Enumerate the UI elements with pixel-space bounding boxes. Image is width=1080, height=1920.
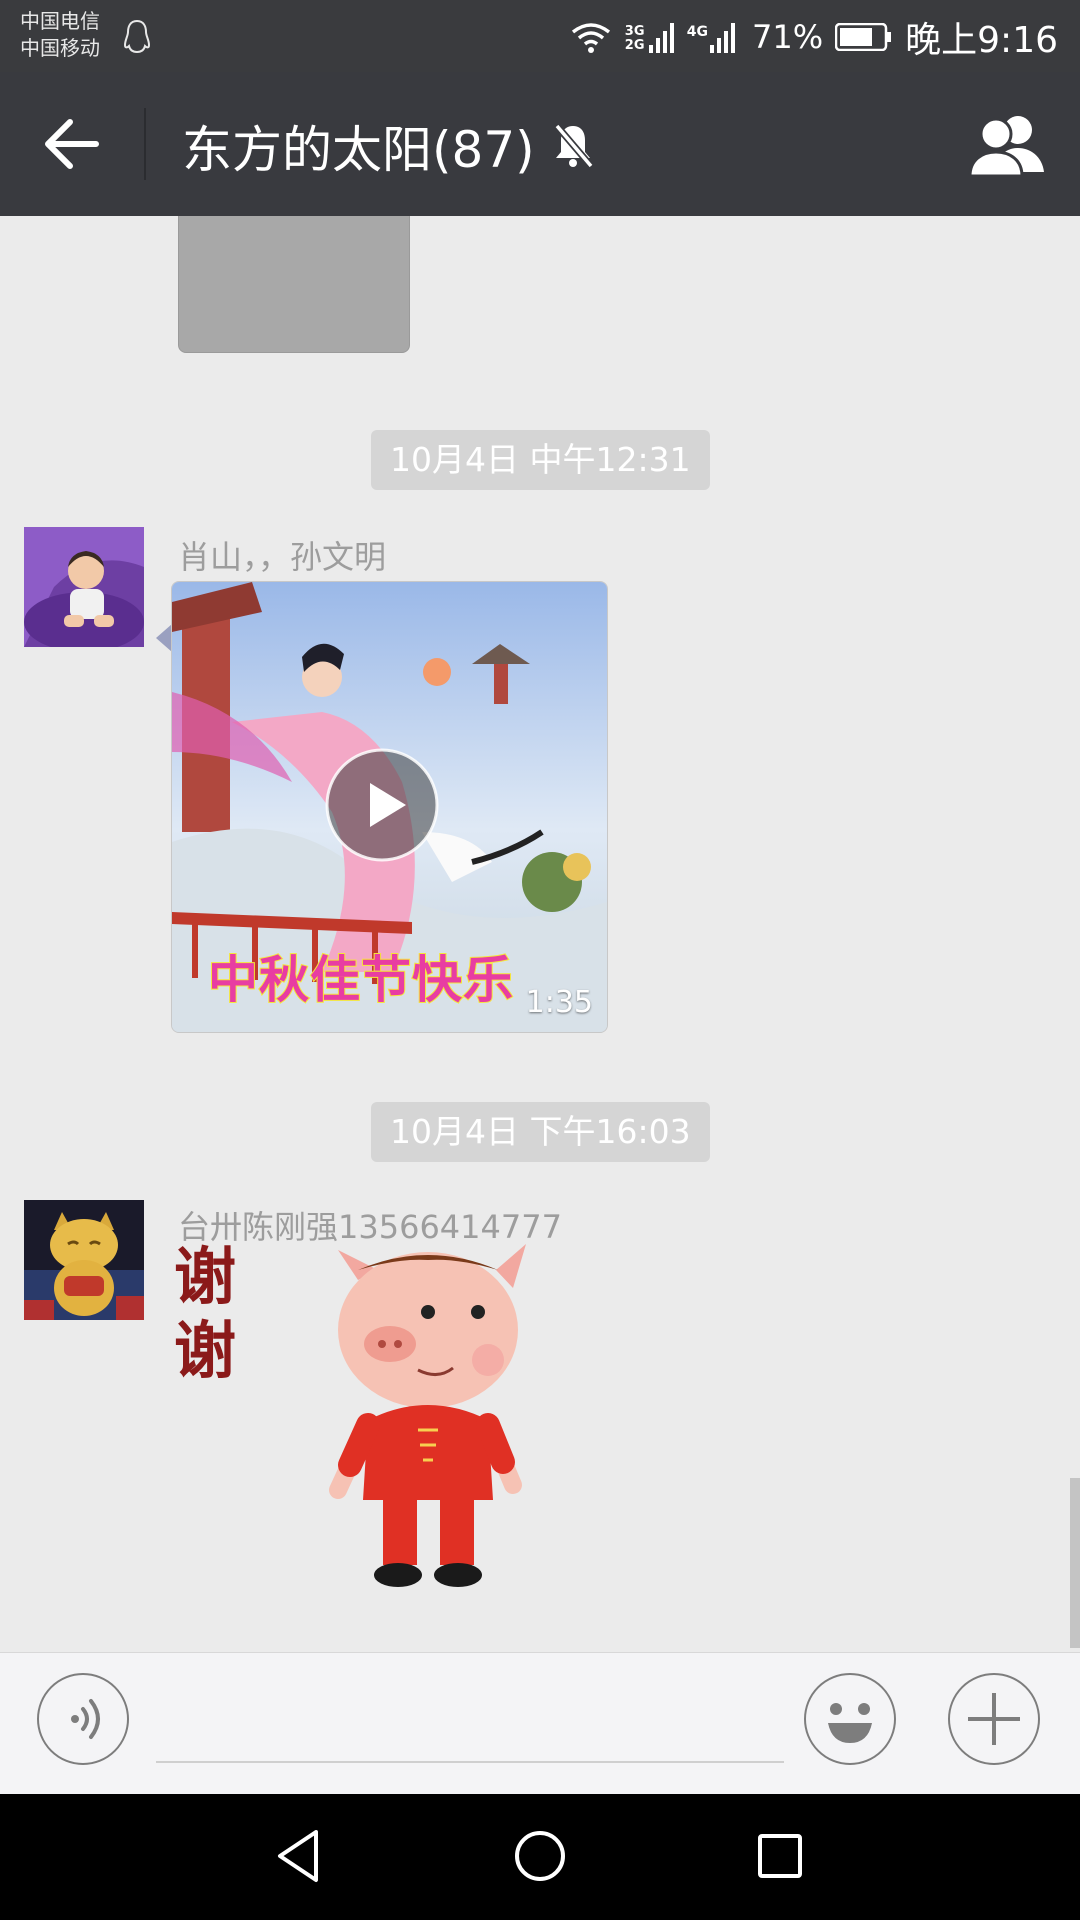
previous-image-message[interactable] [178, 216, 410, 353]
avatar-lucky-cat-image [24, 1200, 144, 1320]
message-input[interactable] [156, 1683, 784, 1763]
plus-icon [968, 1693, 1020, 1745]
avatar[interactable] [24, 1200, 144, 1320]
carrier-2-label: 中国移动 [20, 36, 100, 60]
battery-percent: 71% [752, 18, 824, 56]
wifi-icon [571, 23, 610, 53]
title-group: 东方的太阳(87) [182, 110, 595, 182]
play-icon[interactable] [324, 747, 440, 863]
timestamp-chip: 10月4日 中午12:31 [371, 430, 710, 490]
emoji-button[interactable] [804, 1673, 896, 1765]
bubble-tail [156, 624, 172, 652]
triangle-back-icon[interactable] [268, 1824, 332, 1888]
video-duration: 1:35 [525, 985, 593, 1020]
chat-header: 东方的太阳(87) [0, 72, 1080, 216]
timestamp-chip: 10月4日 下午16:03 [371, 1102, 710, 1162]
status-bar: 中国电信 中国移动 3G 2G 4G 71% 晚上9:16 [0, 0, 1080, 72]
group-icon[interactable] [966, 112, 1050, 178]
system-nav-bar [0, 1794, 1080, 1920]
square-recents-icon[interactable] [748, 1824, 812, 1888]
voice-button[interactable] [37, 1673, 129, 1765]
chat-title: 东方的太阳(87) [182, 121, 535, 179]
clock: 晚上9:16 [905, 20, 1058, 61]
signal-2: 4G [687, 21, 740, 53]
video-message[interactable]: 中秋佳节快乐 1:35 [171, 581, 608, 1033]
more-button[interactable] [948, 1673, 1040, 1765]
avatar-child-image [24, 527, 144, 647]
video-caption: 中秋佳节快乐 [207, 950, 514, 1010]
scrollbar[interactable] [1070, 1478, 1080, 1648]
sticker-text: 谢谢 [174, 1240, 237, 1387]
signal-bars-icon [710, 23, 736, 53]
message-list[interactable]: 10月4日 中午12:31 肖山，，孙文明 中秋佳节快乐 1:35 10月4日 … [0, 216, 1080, 1652]
network-2-label: 4G [686, 24, 709, 40]
arrow-left-icon[interactable] [40, 114, 102, 174]
qq-penguin-icon [123, 19, 151, 54]
avatar[interactable] [24, 527, 144, 647]
pig-sticker[interactable]: 谢谢 [168, 1240, 548, 1640]
network-1-label: 3G 2G [624, 24, 645, 53]
bell-off-icon [553, 123, 594, 169]
carrier-1-label: 中国电信 [20, 9, 100, 33]
input-bar [0, 1652, 1080, 1795]
circle-home-icon[interactable] [508, 1824, 572, 1888]
sender-name: 肖山，，孙文明 [178, 538, 387, 576]
title-divider [144, 108, 146, 180]
smiley-icon [828, 1703, 872, 1743]
battery-icon [835, 23, 892, 51]
signal-bars-icon [648, 23, 674, 53]
status-indicators: 3G 2G 4G 71% 晚上9:16 [569, 14, 1058, 61]
voice-icon [71, 1699, 100, 1739]
pig-character-image [329, 1244, 526, 1587]
signal-1: 3G 2G [625, 21, 675, 53]
carrier-info: 中国电信 中国移动 [20, 8, 100, 62]
